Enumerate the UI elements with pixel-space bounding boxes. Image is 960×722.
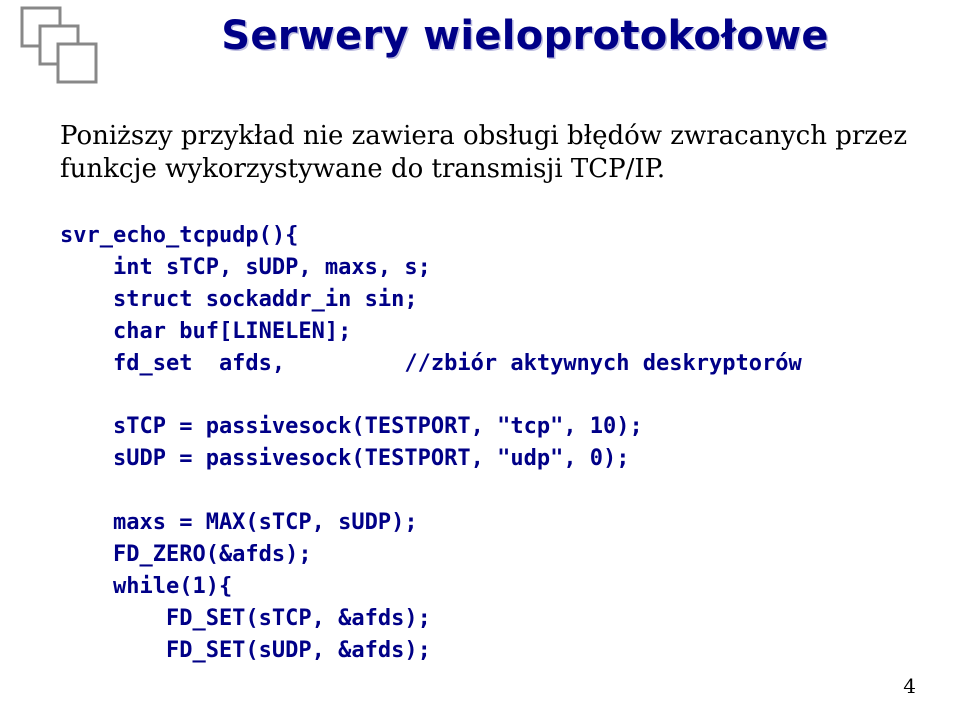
intro-paragraph: Poniższy przykład nie zawiera obsługi bł… xyxy=(60,120,930,185)
overlapping-squares-icon xyxy=(14,0,104,94)
slide-title: Serwery wieloprotokołowe xyxy=(120,13,930,59)
page-number: 4 xyxy=(903,674,916,698)
slide-content: Serwery wieloprotokołowe Poniższy przykł… xyxy=(0,0,960,722)
code-block: svr_echo_tcpudp(){ int sTCP, sUDP, maxs,… xyxy=(60,220,930,666)
